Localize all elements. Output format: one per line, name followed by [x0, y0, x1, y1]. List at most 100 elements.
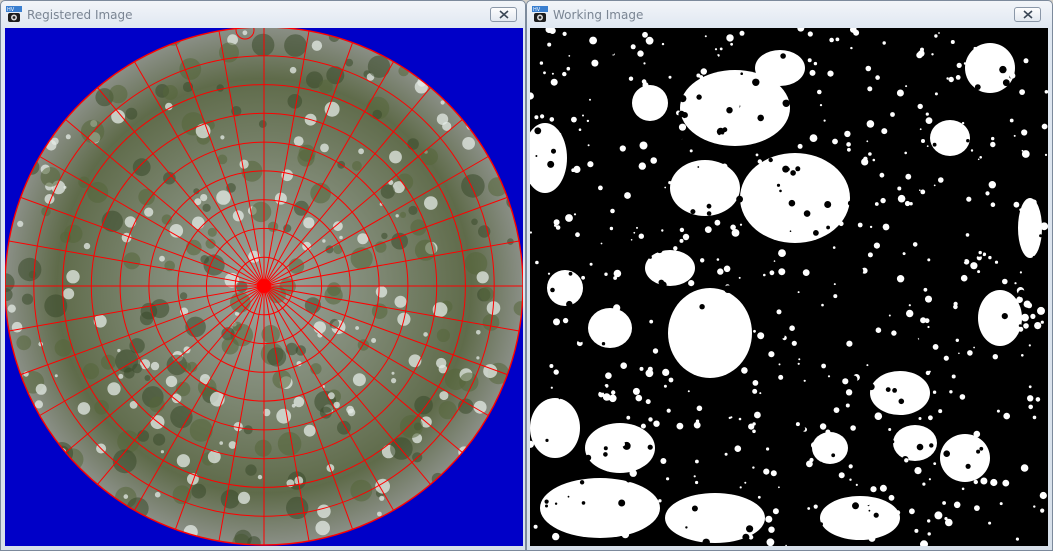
leaf-patch [108, 53, 115, 61]
sky-pixel [656, 262, 661, 267]
leaf-patch [372, 109, 383, 120]
sky-pixel [919, 437, 923, 441]
sky-pixel [904, 200, 911, 207]
canopy-pixel [740, 72, 743, 75]
sky-patch [358, 148, 364, 155]
leaf-patch [329, 318, 340, 329]
sky-pixel [668, 377, 674, 383]
canopy-pixel [882, 186, 887, 191]
sky-pixel [649, 319, 654, 324]
sky-pixel [730, 42, 733, 46]
sky-pixel [643, 62, 646, 65]
canopy-pixel [934, 497, 938, 502]
canopy-pixel [920, 74, 926, 81]
sky-pixel [575, 232, 580, 238]
close-button[interactable] [1014, 7, 1041, 22]
sky-pixel [652, 348, 659, 354]
sky-patch [440, 486, 447, 493]
leaf-patch [123, 252, 141, 270]
sky-pixel [639, 141, 648, 150]
sky-pixel [620, 362, 627, 370]
leaf-patch [54, 339, 72, 357]
canopy-pixel [806, 359, 814, 366]
binary-threshold-image [530, 28, 1048, 546]
leaf-patch [52, 63, 70, 81]
canopy-pixel [600, 397, 603, 401]
working-image-view[interactable] [530, 28, 1048, 546]
canopy-pixel [678, 110, 685, 118]
leaf-patch [471, 218, 478, 226]
sky-pixel [549, 364, 554, 368]
canopy-pixel [762, 369, 765, 372]
leaf-patch [132, 158, 151, 177]
sky-pixel [611, 485, 615, 489]
sky-patch [347, 408, 356, 417]
canopy-pixel [699, 304, 705, 310]
sky-pixel [895, 510, 901, 515]
canopy-pixel [625, 259, 631, 265]
sky-pixel [961, 121, 965, 125]
sky-pixel [942, 501, 946, 505]
sky-pixel [562, 31, 567, 36]
sky-patch [460, 480, 473, 493]
sky-pixel [879, 526, 888, 534]
canopy-pixel [640, 200, 645, 205]
sky-patch [476, 271, 489, 284]
canopy-pixel [618, 499, 626, 507]
registered-image-titlebar[interactable]: HV Registered Image [1, 1, 525, 28]
canopy-pixel [675, 133, 683, 141]
sky-patch [107, 382, 121, 396]
sky-pixel [943, 355, 949, 361]
sky-pixel [1016, 296, 1023, 304]
canopy-pixel [1004, 165, 1011, 172]
sky-patch [66, 270, 80, 284]
sky-gap [820, 496, 900, 540]
sky-patch [7, 304, 16, 313]
close-button[interactable] [490, 7, 517, 22]
canopy-pixel [871, 33, 875, 37]
sky-pixel [1019, 208, 1023, 212]
sky-pixel [1027, 395, 1034, 402]
sky-pixel [679, 227, 685, 233]
sky-pixel [809, 69, 816, 76]
sky-pixel [809, 457, 814, 463]
sky-patch [476, 53, 484, 61]
canopy-pixel [931, 469, 936, 475]
sky-pixel [829, 37, 834, 43]
sky-pixel [897, 186, 902, 191]
sky-pixel [1037, 306, 1045, 315]
sky-pixel [919, 189, 921, 191]
canopy-pixel [857, 411, 864, 418]
leaf-patch [5, 417, 22, 435]
working-image-titlebar[interactable]: HV Working Image [527, 1, 1052, 28]
registered-image-view[interactable] [5, 28, 523, 546]
canopy-pixel [873, 329, 876, 332]
sky-pixel [619, 145, 626, 152]
sky-patch [375, 286, 388, 298]
leaf-patch [93, 520, 109, 536]
sky-pixel [691, 345, 695, 350]
sky-pixel [1023, 323, 1029, 329]
canopy-pixel [942, 279, 945, 282]
sky-pixel [636, 226, 638, 229]
sky-pixel [587, 161, 594, 168]
canopy-pixel [702, 538, 710, 546]
canopy-pixel [619, 395, 622, 397]
sky-pixel [973, 430, 981, 438]
sky-gap [755, 50, 805, 86]
sky-pixel [791, 68, 799, 77]
sky-pixel [933, 184, 936, 187]
sky-pixel [920, 189, 926, 195]
leaf-patch [26, 429, 37, 439]
leaf-patch [132, 363, 142, 374]
canopy-pixel [580, 254, 589, 263]
sky-pixel [838, 221, 844, 227]
sky-pixel [934, 511, 943, 520]
sky-pixel [759, 510, 764, 516]
sky-pixel [988, 521, 992, 525]
sky-pixel [778, 249, 786, 257]
sky-pixel [867, 252, 873, 258]
sky-pixel [983, 58, 989, 63]
sky-pixel [744, 481, 747, 484]
canopy-pixel [928, 480, 935, 487]
